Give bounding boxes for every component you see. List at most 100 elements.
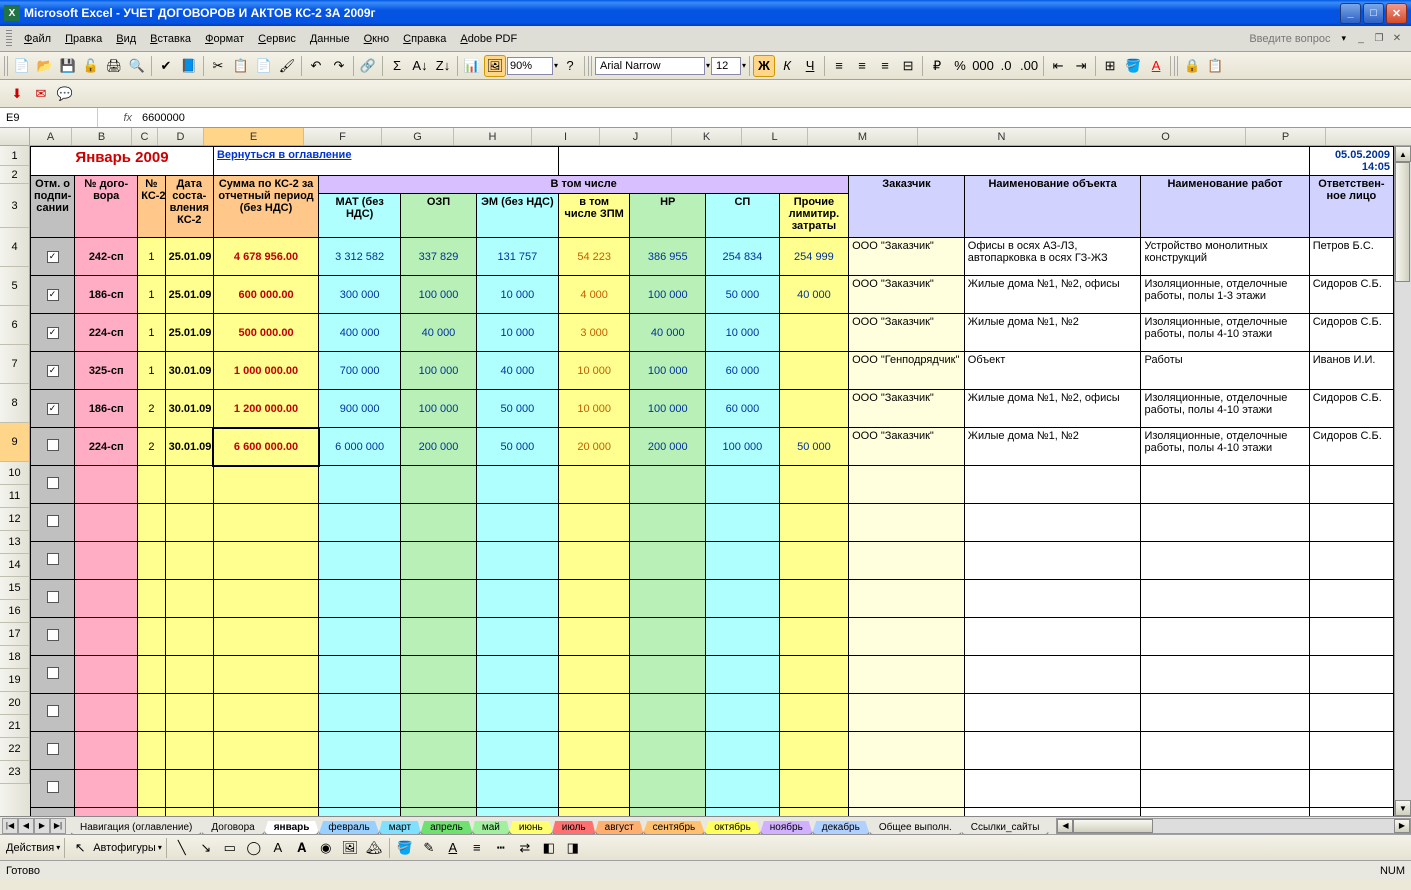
col-header-I[interactable]: I	[532, 128, 600, 145]
menu-Правка[interactable]: Правка	[58, 31, 109, 47]
row-header-15[interactable]: 15	[0, 577, 30, 600]
sheet-tab-Ссылки_сайты[interactable]: Ссылки_сайты	[961, 821, 1050, 835]
sheet-tab-март[interactable]: март	[379, 821, 421, 835]
row-header-16[interactable]: 16	[0, 600, 30, 623]
doc-restore-button[interactable]: ❐	[1371, 32, 1387, 46]
link-icon[interactable]: 🔗	[357, 55, 379, 77]
ask-question-box[interactable]: Введите вопрос	[1249, 33, 1340, 45]
row-header-23[interactable]: 23	[0, 761, 30, 784]
col-header-C[interactable]: C	[132, 128, 158, 145]
align-right-icon[interactable]: ≡	[874, 55, 896, 77]
cell-sp[interactable]: 254 834	[706, 238, 780, 276]
cell-zpm[interactable]: 4 000	[558, 276, 630, 314]
col-header-L[interactable]: L	[742, 128, 808, 145]
cell-other[interactable]: 254 999	[779, 238, 848, 276]
permission-icon[interactable]: 🔓	[80, 55, 102, 77]
row-header-4[interactable]: 4	[0, 228, 30, 267]
row-header-18[interactable]: 18	[0, 646, 30, 669]
cell-customer[interactable]: ООО "Заказчик"	[849, 314, 965, 352]
draw-actions-menu[interactable]: Действия	[6, 842, 54, 854]
sheet-tab-Общее выполн.[interactable]: Общее выполн.	[869, 821, 962, 835]
col-header-P[interactable]: P	[1246, 128, 1326, 145]
col-header-D[interactable]: D	[158, 128, 204, 145]
cell-date[interactable]: 30.01.09	[165, 390, 213, 428]
borders-icon[interactable]: ⊞	[1099, 55, 1121, 77]
sheet-tab-Договора[interactable]: Договора	[201, 821, 264, 835]
cell-ks[interactable]: 1	[138, 314, 165, 352]
col-header-M[interactable]: M	[808, 128, 918, 145]
cell-checkbox[interactable]	[31, 770, 75, 808]
cell-zpm[interactable]: 10 000	[558, 352, 630, 390]
copy-icon[interactable]: 📋	[230, 55, 252, 77]
dec-dec-icon[interactable]: .00	[1018, 55, 1040, 77]
col-header-B[interactable]: B	[72, 128, 132, 145]
print-icon[interactable]: 🖨	[103, 55, 125, 77]
oval-icon[interactable]: ◯	[243, 837, 265, 859]
cell-object[interactable]: Жилые дома №1, №2, офисы	[964, 276, 1141, 314]
cell-date[interactable]: 30.01.09	[165, 352, 213, 390]
row-header-7[interactable]: 7	[0, 345, 30, 384]
cell-nr[interactable]: 386 955	[630, 238, 706, 276]
cell-sp[interactable]: 100 000	[706, 428, 780, 466]
cell-nr[interactable]: 40 000	[630, 314, 706, 352]
col-header-G[interactable]: G	[382, 128, 454, 145]
row-header-14[interactable]: 14	[0, 554, 30, 577]
line-icon[interactable]: ╲	[171, 837, 193, 859]
row-header-12[interactable]: 12	[0, 508, 30, 531]
merge-icon[interactable]: ⊟	[897, 55, 919, 77]
sheet-tab-июнь[interactable]: июнь	[509, 821, 553, 835]
col-header-N[interactable]: N	[918, 128, 1086, 145]
row-header-9[interactable]: 9	[0, 423, 30, 462]
menu-Сервис[interactable]: Сервис	[251, 31, 303, 47]
minimize-button[interactable]: _	[1340, 3, 1361, 24]
cell-resp[interactable]: Петров Б.С.	[1309, 238, 1393, 276]
wordart-icon[interactable]: 𝐀	[291, 837, 313, 859]
research-icon[interactable]: 📘	[178, 55, 200, 77]
cell-ks[interactable]: 1	[138, 352, 165, 390]
currency-icon[interactable]: ₽	[926, 55, 948, 77]
cell-works[interactable]: Работы	[1141, 352, 1309, 390]
cell-sum[interactable]: 600 000.00	[213, 276, 318, 314]
cell-ozp[interactable]: 337 829	[401, 238, 477, 276]
row-header-8[interactable]: 8	[0, 384, 30, 423]
redo-icon[interactable]: ↷	[328, 55, 350, 77]
row-header-19[interactable]: 19	[0, 669, 30, 692]
cell-works[interactable]: Изоляционные, отделочные работы, полы 4-…	[1141, 390, 1309, 428]
paste-icon[interactable]: 📄	[253, 55, 275, 77]
preview-icon[interactable]: 🔍	[126, 55, 148, 77]
dash-style-icon[interactable]: ┅	[490, 837, 512, 859]
cell-sum[interactable]: 500 000.00	[213, 314, 318, 352]
cell-checkbox[interactable]: ✓	[31, 390, 75, 428]
cell-sp[interactable]: 50 000	[706, 276, 780, 314]
scroll-left-icon[interactable]: ◀	[1057, 819, 1073, 833]
cells-area[interactable]: Январь 2009Вернуться в оглавление05.05.2…	[30, 146, 1394, 816]
cell-object[interactable]: Жилые дома №1, №2, офисы	[964, 390, 1141, 428]
cell-date[interactable]: 30.01.09	[165, 428, 213, 466]
tab-next-icon[interactable]: ▶	[34, 818, 50, 834]
chart-icon[interactable]: 📊	[461, 55, 483, 77]
font-size-box[interactable]: 12	[711, 57, 741, 75]
italic-icon[interactable]: К	[776, 55, 798, 77]
arrow-style-icon[interactable]: ⇄	[514, 837, 536, 859]
cell-mat[interactable]: 700 000	[319, 352, 401, 390]
pdf-convert-icon[interactable]: ⬇	[6, 83, 28, 105]
format-painter-icon[interactable]: 🖌	[276, 55, 298, 77]
new-icon[interactable]: 📄	[11, 55, 33, 77]
bold-icon[interactable]: Ж	[753, 55, 775, 77]
cell-checkbox[interactable]	[31, 732, 75, 770]
cell-nr[interactable]: 100 000	[630, 390, 706, 428]
cell-ks[interactable]: 2	[138, 428, 165, 466]
row-header-22[interactable]: 22	[0, 738, 30, 761]
cell-contract[interactable]: 242-сп	[75, 238, 138, 276]
clipart-icon[interactable]: 🖼	[339, 837, 361, 859]
row-header-11[interactable]: 11	[0, 485, 30, 508]
cell-resp[interactable]: Сидоров С.Б.	[1309, 276, 1393, 314]
tab-last-icon[interactable]: ▶|	[50, 818, 66, 834]
cell-other[interactable]	[779, 314, 848, 352]
row-header-1[interactable]: 1	[0, 146, 30, 166]
cell-sp[interactable]: 60 000	[706, 352, 780, 390]
inc-dec-icon[interactable]: .0	[995, 55, 1017, 77]
menu-Вставка[interactable]: Вставка	[143, 31, 198, 47]
row-header-3[interactable]: 3	[0, 184, 30, 228]
row-header-6[interactable]: 6	[0, 306, 30, 345]
